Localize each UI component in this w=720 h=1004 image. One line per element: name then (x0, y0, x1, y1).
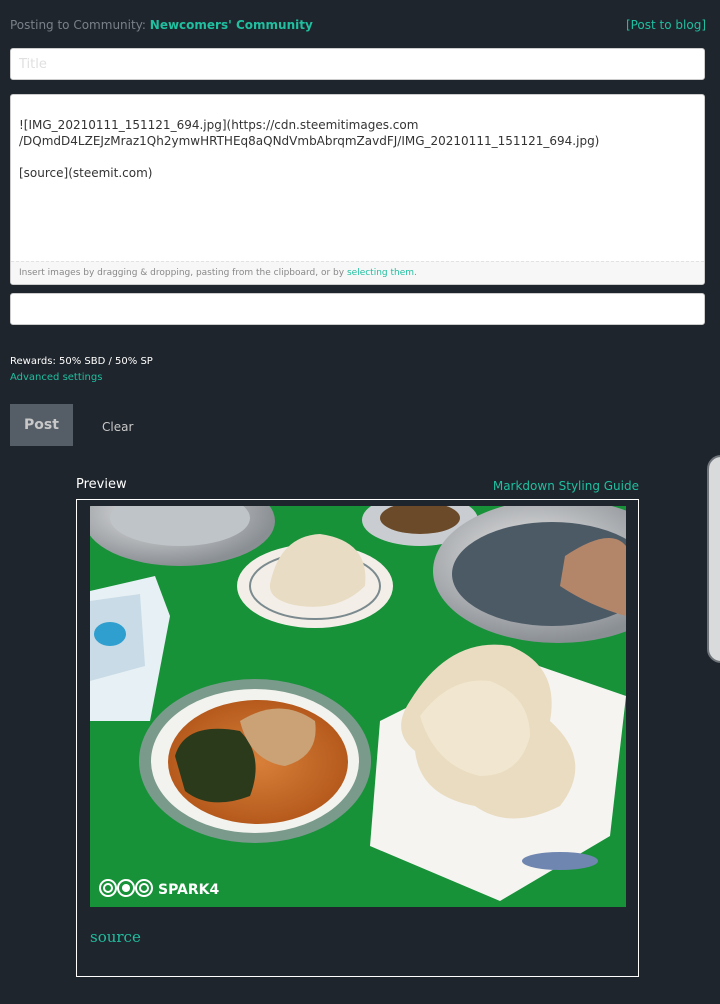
title-input[interactable] (10, 48, 705, 80)
dropzone-text: Insert images by dragging & dropping, pa… (19, 268, 347, 278)
clear-button[interactable]: Clear (102, 420, 133, 434)
image-dropzone[interactable]: Insert images by dragging & dropping, pa… (11, 261, 704, 284)
preview-label: Preview (76, 477, 127, 492)
preview-source-link[interactable]: source (90, 928, 141, 946)
body-editor[interactable]: ![IMG_20210111_151121_694.jpg](https://c… (10, 94, 705, 285)
posting-label: Posting to Community: (10, 18, 150, 32)
rewards-setting: Rewards: 50% SBD / 50% SP (10, 356, 153, 367)
tags-input[interactable] (10, 293, 705, 325)
photo-watermark: SPARK4 (158, 882, 220, 898)
preview-panel: SPARK4 source (76, 499, 639, 977)
advanced-settings-link[interactable]: Advanced settings (10, 372, 102, 383)
community-header: Posting to Community: Newcomers' Communi… (10, 18, 706, 32)
post-to-blog-link[interactable]: [Post to blog] (626, 18, 706, 32)
community-name[interactable]: Newcomers' Community (150, 18, 313, 32)
select-images-link[interactable]: selecting them (347, 268, 414, 278)
body-textarea[interactable]: ![IMG_20210111_151121_694.jpg](https://c… (19, 117, 696, 181)
post-button[interactable]: Post (10, 404, 73, 446)
scroll-handle[interactable] (707, 455, 720, 663)
food-photo: SPARK4 (90, 506, 626, 907)
markdown-guide-link[interactable]: Markdown Styling Guide (493, 479, 639, 493)
dropzone-end: . (414, 268, 417, 278)
